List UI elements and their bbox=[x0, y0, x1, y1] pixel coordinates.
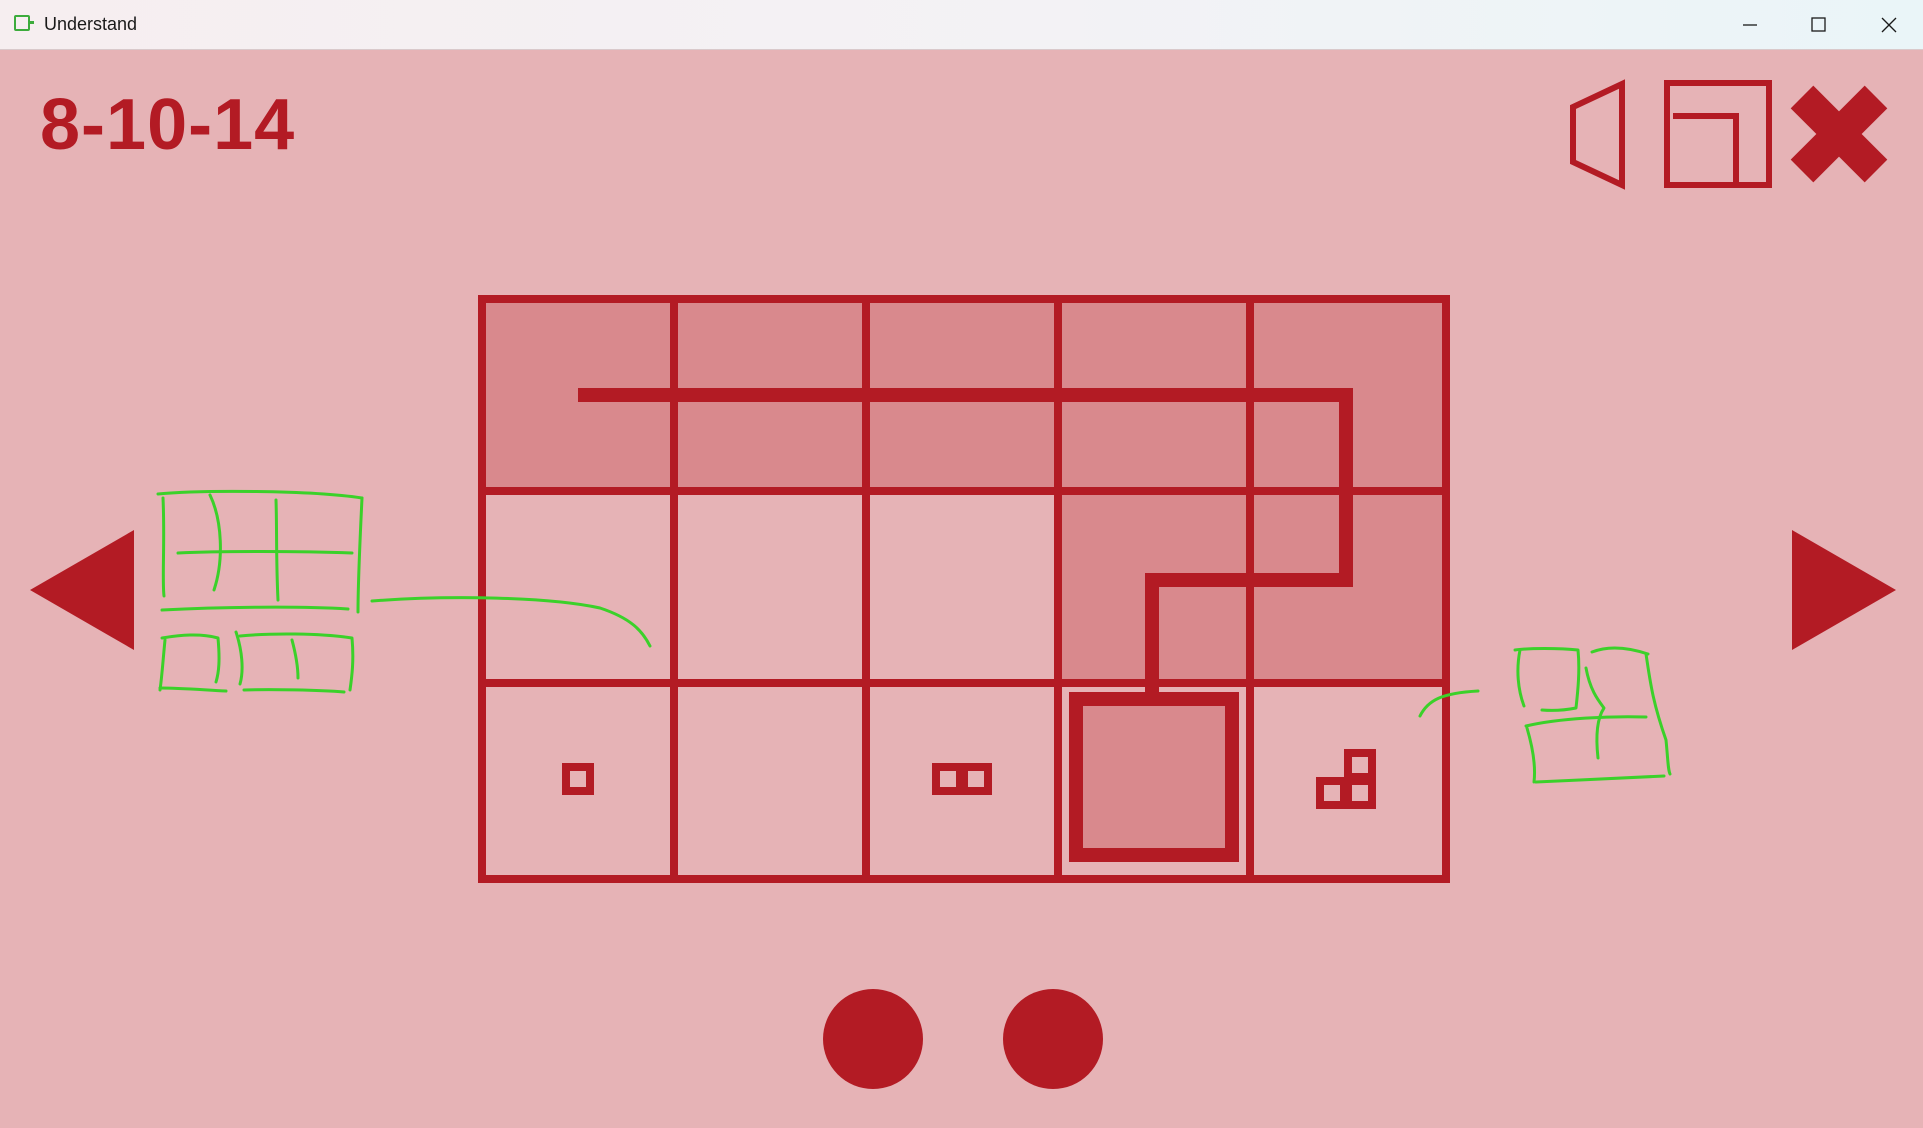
window-titlebar: Understand bbox=[0, 0, 1923, 50]
goal-box-icon bbox=[1069, 692, 1239, 862]
previous-arrow-icon[interactable] bbox=[30, 530, 134, 650]
puzzle-board bbox=[478, 295, 1450, 883]
sound-icon[interactable] bbox=[1568, 79, 1628, 191]
grid-cell-r1-c0[interactable] bbox=[482, 491, 674, 683]
minimize-icon[interactable] bbox=[1716, 0, 1782, 49]
grid-cell-r1-c1[interactable] bbox=[674, 491, 866, 683]
close-icon[interactable] bbox=[1856, 0, 1922, 49]
maximize-icon[interactable] bbox=[1786, 0, 1852, 49]
page-dot-2[interactable] bbox=[1003, 989, 1103, 1089]
page-dot-1[interactable] bbox=[823, 989, 923, 1089]
app-icon bbox=[14, 15, 34, 31]
grid-cell-r2-c1[interactable] bbox=[674, 683, 866, 875]
exit-icon[interactable] bbox=[1784, 79, 1894, 189]
grid-cell-r2-c0[interactable] bbox=[482, 683, 674, 875]
grid-cell-r1-c2[interactable] bbox=[866, 491, 1058, 683]
next-arrow-icon[interactable] bbox=[1792, 530, 1896, 650]
cell-mark-goal-box bbox=[1069, 692, 1239, 862]
game-area: 8-10-14 bbox=[0, 49, 1923, 1128]
level-label: 8-10-14 bbox=[40, 85, 296, 165]
fullscreen-icon[interactable] bbox=[1664, 80, 1772, 188]
window-title: Understand bbox=[44, 14, 138, 34]
